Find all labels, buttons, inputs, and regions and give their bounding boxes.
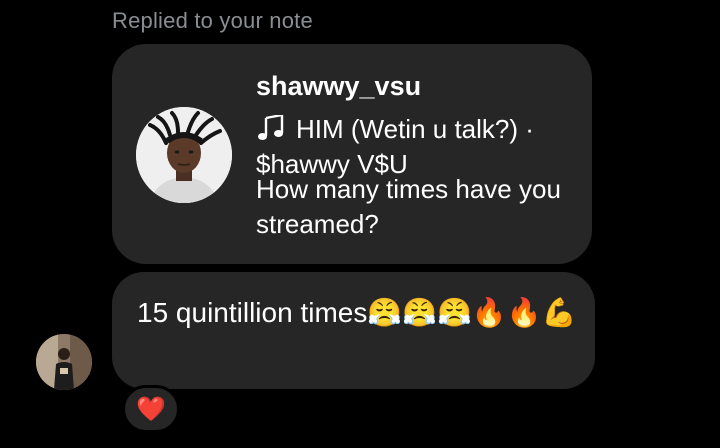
note-author-username[interactable]: shawwy_vsu (256, 71, 421, 102)
reply-message-text: 15 quintillion times😤😤😤🔥🔥💪 (137, 297, 577, 328)
dm-thread: Replied to your note shawwy_vsu HIM (Wet… (0, 0, 720, 448)
heart-icon: ❤️ (136, 395, 166, 423)
note-song-title: HIM (Wetin u talk?) · $hawwy V$U (256, 114, 534, 179)
music-note-icon (256, 113, 286, 141)
note-author-avatar[interactable] (136, 107, 232, 203)
replied-to-note-label: Replied to your note (112, 8, 313, 33)
sender-avatar[interactable] (36, 334, 92, 390)
sender-avatar-photo (36, 334, 92, 390)
reaction-heart[interactable]: ❤️ (122, 385, 180, 433)
avatar-photo (136, 107, 232, 203)
note-text: How many times have you streamed? (256, 174, 561, 239)
